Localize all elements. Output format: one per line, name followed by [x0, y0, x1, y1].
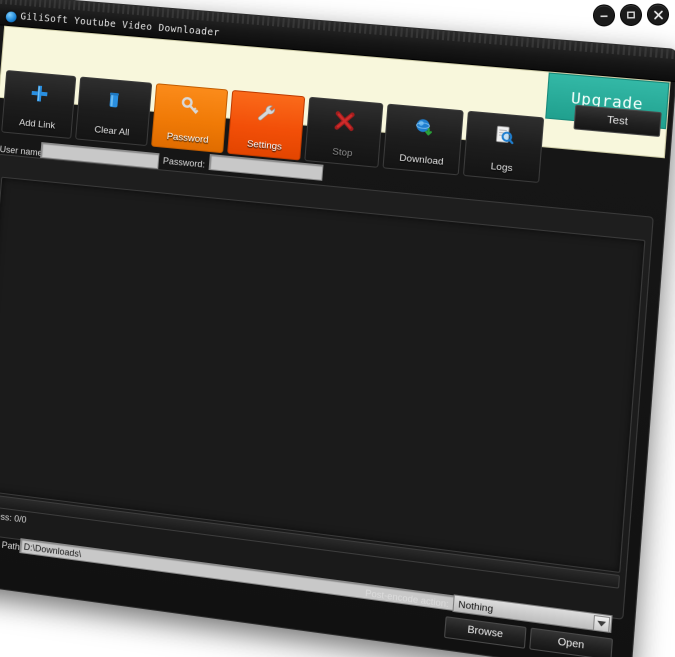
maximize-icon[interactable]	[619, 3, 643, 27]
wrench-icon	[253, 100, 281, 128]
client-area: Add Link Clear All Password Settings Sto…	[0, 26, 668, 657]
toolbar-label: Password	[166, 131, 209, 146]
browse-button[interactable]: Browse	[443, 616, 527, 649]
close-icon[interactable]	[646, 3, 670, 26]
toolbar-label: Settings	[246, 138, 283, 153]
application-window: GiliSoft Youtube Video Downloader Ad Wat…	[0, 0, 675, 657]
toolbar-button-download[interactable]: Download	[382, 103, 464, 176]
toolbar-label: Clear All	[93, 124, 130, 139]
screen: GiliSoft Youtube Video Downloader Ad Wat…	[0, 0, 675, 657]
toolbar-button-logs[interactable]: Logs	[462, 110, 545, 184]
toolbar-button-stop[interactable]: Stop	[304, 96, 384, 168]
toolbar-label: Logs	[490, 161, 513, 175]
key-icon	[176, 93, 204, 121]
toolbar-button-clear-all[interactable]: Clear All	[75, 76, 152, 147]
open-button[interactable]: Open	[529, 627, 614, 657]
x-cross-icon	[330, 107, 359, 136]
window-controls	[592, 3, 670, 27]
plus-icon	[26, 80, 53, 108]
toolbar-button-add-link[interactable]: Add Link	[1, 69, 77, 139]
toolbar-label: Stop	[331, 146, 353, 160]
test-button[interactable]: Test	[573, 104, 662, 138]
password-label: Password:	[162, 155, 206, 170]
toolbar-button-password[interactable]: Password	[150, 83, 229, 154]
toolbar-label: Download	[398, 152, 444, 168]
toolbar-label: Add Link	[18, 117, 56, 132]
toolbar-button-settings[interactable]: Settings	[226, 89, 306, 161]
minimize-icon[interactable]	[592, 4, 616, 27]
chevron-down-icon[interactable]	[592, 614, 611, 633]
globe-download-icon	[409, 114, 438, 143]
app-globe-icon	[5, 11, 17, 23]
document-search-icon	[489, 121, 519, 150]
trash-icon	[100, 86, 128, 114]
